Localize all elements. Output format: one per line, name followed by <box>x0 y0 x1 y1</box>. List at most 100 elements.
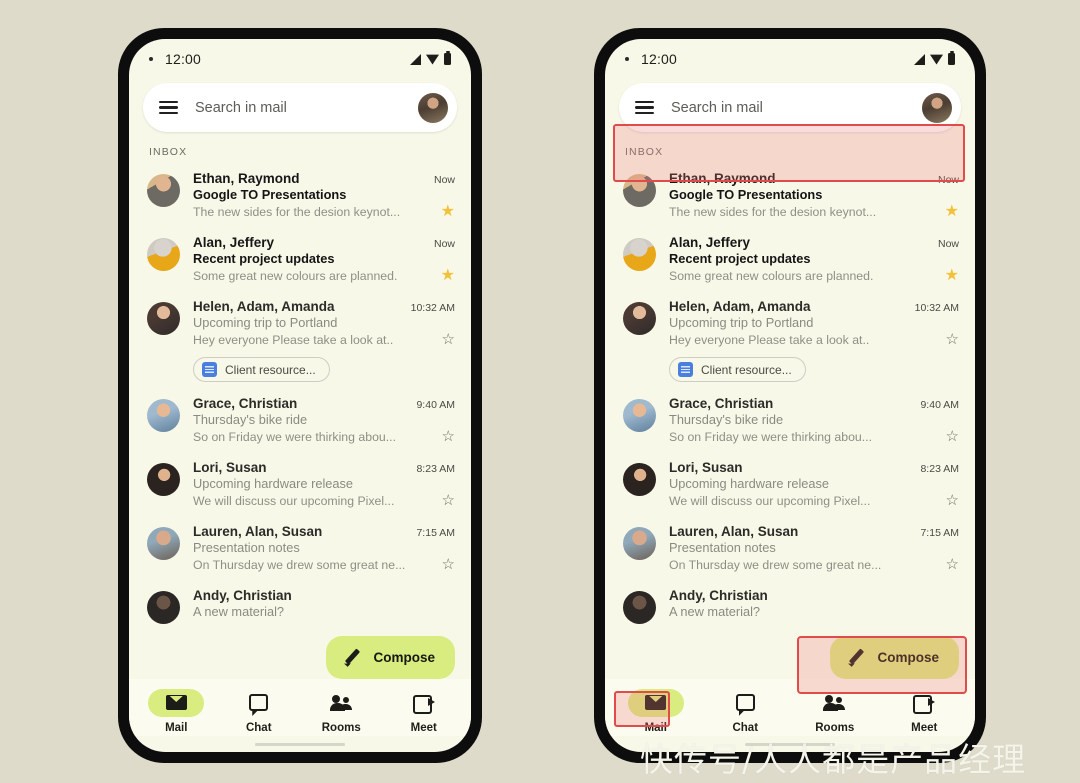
pencil-icon <box>848 649 865 666</box>
account-avatar[interactable] <box>418 92 448 123</box>
star-button[interactable]: ☆ <box>432 331 455 349</box>
mail-snippet: We will discuss our upcoming Pixel... <box>669 494 871 508</box>
status-dot-icon <box>149 57 153 61</box>
phone-right-screen: 12:00 Search in mail INBOX Ethan, Raymon… <box>605 39 975 752</box>
avatar <box>147 174 180 207</box>
mail-subject: A new material? <box>669 604 761 619</box>
mail-snippet: The new sides for the desion keynot... <box>193 205 401 219</box>
table-row[interactable]: Lauren, Alan, Susan 7:15 AM Presentation… <box>605 517 975 581</box>
nav-item-mail[interactable]: Mail <box>611 688 701 734</box>
mail-list[interactable]: Ethan, Raymond Now Google TO Presentatio… <box>605 164 975 634</box>
attachment-chip-label: Client resource... <box>701 362 792 377</box>
mail-content: Alan, Jeffery Now Recent project updates… <box>669 235 959 285</box>
watermark-text: 快传号/人人都是产品经理 <box>640 740 1027 779</box>
table-row[interactable]: Andy, Christian A new material? <box>129 581 471 631</box>
star-button[interactable]: ☆ <box>936 556 959 574</box>
nav-item-chat[interactable]: Chat <box>701 689 791 734</box>
rooms-icon <box>823 694 846 711</box>
nav-label-chat: Chat <box>732 721 759 734</box>
hamburger-menu-icon[interactable] <box>635 100 654 115</box>
mail-content: Lauren, Alan, Susan 7:15 AM Presentation… <box>193 524 455 574</box>
star-button[interactable]: ☆ <box>936 492 959 510</box>
table-row[interactable]: Lauren, Alan, Susan 7:15 AM Presentation… <box>129 517 471 581</box>
avatar <box>147 591 180 624</box>
star-filled-icon: ★ <box>440 267 455 284</box>
nav-item-rooms[interactable]: Rooms <box>300 689 383 734</box>
mail-content: Ethan, Raymond Now Google TO Presentatio… <box>669 171 959 221</box>
mail-content: Grace, Christian 9:40 AM Thursday's bike… <box>669 396 959 446</box>
mail-content: Alan, Jeffery Now Recent project updates… <box>193 235 455 285</box>
table-row[interactable]: Helen, Adam, Amanda 10:32 AM Upcoming tr… <box>129 292 471 389</box>
star-outline-icon: ☆ <box>945 492 959 509</box>
avatar <box>147 302 180 335</box>
avatar <box>147 463 180 496</box>
star-button[interactable]: ★ <box>935 203 959 221</box>
table-row[interactable]: Grace, Christian 9:40 AM Thursday's bike… <box>605 389 975 453</box>
table-row[interactable]: Grace, Christian 9:40 AM Thursday's bike… <box>129 389 471 453</box>
avatar <box>623 238 656 271</box>
mail-content: Lori, Susan 8:23 AM Upcoming hardware re… <box>193 460 455 510</box>
star-button[interactable]: ☆ <box>936 331 959 349</box>
table-row[interactable]: Lori, Susan 8:23 AM Upcoming hardware re… <box>129 453 471 517</box>
nav-item-mail[interactable]: Mail <box>135 688 218 734</box>
hamburger-menu-icon[interactable] <box>159 100 178 115</box>
account-avatar[interactable] <box>922 92 952 123</box>
nav-label-meet: Meet <box>410 721 437 734</box>
search-input[interactable]: Search in mail <box>619 83 961 132</box>
status-icons <box>914 51 955 65</box>
nav-label-meet: Meet <box>911 721 938 734</box>
star-button[interactable]: ★ <box>431 267 455 285</box>
table-row[interactable]: Ethan, Raymond Now Google TO Presentatio… <box>605 164 975 228</box>
nav-pill-mail <box>627 688 684 717</box>
nav-pill-rooms <box>807 689 863 717</box>
mail-icon <box>165 695 187 710</box>
compose-button-label: Compose <box>373 649 435 665</box>
table-row[interactable]: Helen, Adam, Amanda 10:32 AM Upcoming tr… <box>605 292 975 389</box>
star-button[interactable]: ☆ <box>432 556 455 574</box>
nav-item-rooms[interactable]: Rooms <box>790 689 880 734</box>
star-button[interactable]: ☆ <box>936 428 959 446</box>
mail-snippet: The new sides for the desion keynot... <box>669 205 877 219</box>
mail-content: Lauren, Alan, Susan 7:15 AM Presentation… <box>669 524 959 574</box>
avatar <box>623 463 656 496</box>
star-outline-icon: ☆ <box>945 428 959 445</box>
nav-item-meet[interactable]: Meet <box>383 689 466 734</box>
star-button[interactable]: ★ <box>935 267 959 285</box>
compose-button[interactable]: Compose <box>326 635 455 679</box>
avatar <box>623 174 656 207</box>
mail-subject: Thursday's bike ride <box>669 412 784 427</box>
mail-list[interactable]: Ethan, Raymond Now Google TO Presentatio… <box>129 164 471 634</box>
table-row[interactable]: Alan, Jeffery Now Recent project updates… <box>129 228 471 292</box>
mail-sender: Alan, Jeffery <box>669 235 751 250</box>
mail-time: 7:15 AM <box>416 527 455 539</box>
mail-subject: Thursday's bike ride <box>193 412 308 427</box>
table-row[interactable]: Alan, Jeffery Now Recent project updates… <box>605 228 975 292</box>
attachment-chip[interactable]: Client resource... <box>669 357 806 382</box>
compose-button[interactable]: Compose <box>830 635 959 679</box>
nav-item-chat[interactable]: Chat <box>218 689 301 734</box>
avatar <box>147 238 180 271</box>
phone-right: 12:00 Search in mail INBOX Ethan, Raymon… <box>594 28 986 763</box>
star-button[interactable]: ☆ <box>432 428 455 446</box>
search-bar-container: Search in mail <box>605 79 975 182</box>
star-outline-icon: ☆ <box>945 556 959 573</box>
mail-icon <box>645 695 667 710</box>
table-row[interactable]: Ethan, Raymond Now Google TO Presentatio… <box>129 164 471 228</box>
star-button[interactable]: ★ <box>431 203 455 221</box>
mail-time: 10:32 AM <box>914 302 959 314</box>
nav-pill-rooms <box>313 689 369 717</box>
table-row[interactable]: Andy, Christian A new material? <box>605 581 975 631</box>
mail-sender: Lauren, Alan, Susan <box>669 524 799 539</box>
search-input[interactable]: Search in mail <box>143 83 457 132</box>
attachment-chip[interactable]: Client resource... <box>193 357 330 382</box>
star-filled-icon: ★ <box>944 267 959 284</box>
star-button[interactable]: ☆ <box>432 492 455 510</box>
mail-sender: Grace, Christian <box>193 396 298 411</box>
mail-sender: Grace, Christian <box>669 396 774 411</box>
star-outline-icon: ☆ <box>945 331 959 348</box>
table-row[interactable]: Lori, Susan 8:23 AM Upcoming hardware re… <box>605 453 975 517</box>
nav-item-meet[interactable]: Meet <box>880 689 970 734</box>
mail-content: Helen, Adam, Amanda 10:32 AM Upcoming tr… <box>193 299 455 382</box>
mail-content: Lori, Susan 8:23 AM Upcoming hardware re… <box>669 460 959 510</box>
mail-snippet: On Thursday we drew some great ne... <box>669 558 882 572</box>
